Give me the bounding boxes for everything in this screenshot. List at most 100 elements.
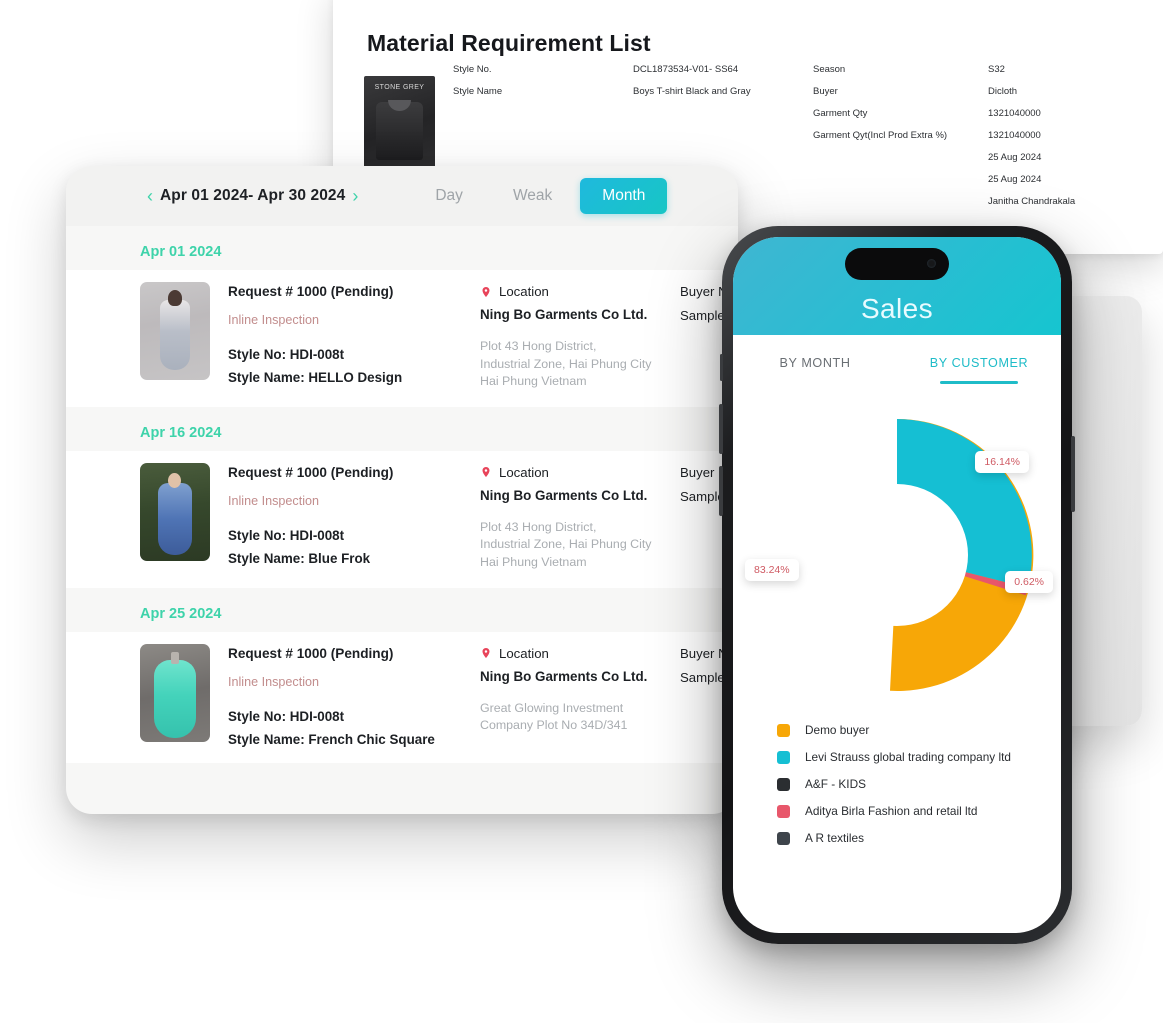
- document-field-row: Season S32: [813, 64, 1075, 75]
- style-no: Style No: HDI-008t: [228, 347, 345, 362]
- legend-label: A&F - KIDS: [805, 777, 866, 791]
- tab-by-month[interactable]: BY MONTH: [733, 356, 897, 370]
- style-thumbnail[interactable]: [140, 643, 210, 742]
- location-header: Location: [480, 465, 680, 480]
- volume-down-button[interactable]: [719, 466, 723, 516]
- document-field-row: Style No. DCL1873534-V01- SS64: [453, 64, 751, 75]
- document-field-row: Buyer Dicloth: [813, 86, 1075, 97]
- location-address: Plot 43 Hong District, Industrial Zone, …: [480, 519, 652, 570]
- document-title: Material Requirement List: [367, 30, 651, 56]
- legend-swatch: [777, 804, 790, 818]
- chevron-right-icon[interactable]: ›: [345, 187, 365, 205]
- document-field-row: Garment Qyt(Incl Prod Extra %) 132104000…: [813, 130, 1075, 141]
- field-value: 1321040000: [988, 108, 1041, 119]
- period-segmented-control[interactable]: Day Weak Month: [413, 178, 668, 214]
- inspection-toolbar: ‹ Apr 01 2024- Apr 30 2024 › Day Weak Mo…: [66, 166, 738, 226]
- legend-label: Demo buyer: [805, 723, 870, 737]
- style-thumbnail[interactable]: [140, 462, 210, 561]
- legend-item[interactable]: A R textiles: [777, 831, 1061, 845]
- location-pin-icon: [482, 467, 490, 478]
- list-item-primary-column: Request # 1000 (Pending) Inline Inspecti…: [228, 644, 480, 747]
- list-item[interactable]: Request # 1000 (Pending) Inline Inspecti…: [66, 270, 738, 407]
- phone-device-mockup: Sales BY MONTH BY CUSTOMER 83.24% 16.14%: [719, 226, 1075, 944]
- inspection-request-list[interactable]: Apr 01 2024 Request # 1000 (Pending) Inl…: [66, 226, 738, 814]
- request-number: Request # 1000 (Pending): [228, 645, 394, 661]
- date-range-label: Apr 01 2024- Apr 30 2024: [160, 187, 346, 204]
- field-key: Season: [813, 64, 846, 75]
- list-item-primary-column: Request # 1000 (Pending) Inline Inspecti…: [228, 282, 480, 385]
- slice-label-aditya-birla: 0.62%: [1005, 571, 1053, 593]
- request-number: Request # 1000 (Pending): [228, 284, 394, 299]
- legend-item[interactable]: Demo buyer: [777, 723, 1061, 737]
- field-key: Style Name: [453, 86, 503, 97]
- document-field-row: Style Name Boys T-shirt Black and Gray: [453, 86, 751, 97]
- slice-label-demo-buyer: 83.24%: [745, 559, 799, 581]
- tab-by-customer[interactable]: BY CUSTOMER: [897, 356, 1061, 370]
- date-group: Apr 01 2024 Request # 1000 (Pending) Inl…: [66, 226, 738, 407]
- legend-swatch: [777, 777, 790, 791]
- chart-legend: Demo buyer Levi Strauss global trading c…: [733, 711, 1061, 845]
- list-item-location-column: Location Ning Bo Garments Co Ltd. Plot 4…: [480, 463, 680, 572]
- field-key: Garment Qyt(Incl Prod Extra %): [813, 130, 948, 141]
- document-field-row: Janitha Chandrakala: [813, 196, 1075, 207]
- volume-up-button[interactable]: [719, 404, 723, 454]
- legend-label: Aditya Birla Fashion and retail ltd: [805, 804, 978, 818]
- style-name: Style Name: HELLO Design: [228, 370, 403, 385]
- tab-weak[interactable]: Weak: [491, 178, 574, 214]
- list-item[interactable]: Request # 1000 (Pending) Inline Inspecti…: [66, 450, 738, 588]
- field-key: Buyer: [813, 86, 838, 97]
- legend-swatch: [777, 831, 790, 845]
- location-pin-icon: [482, 286, 490, 297]
- date-group: Apr 25 2024 Request # 1000 (Pending) Inl…: [66, 588, 738, 763]
- donut-chart-svg[interactable]: [747, 405, 1047, 705]
- field-value: 1321040000: [988, 130, 1041, 141]
- location-label: Location: [499, 645, 549, 661]
- document-field-row: 25 Aug 2024: [813, 174, 1075, 185]
- field-key: Style No.: [453, 64, 492, 75]
- location-address: Great Glowing Investment Company Plot No…: [480, 700, 628, 733]
- legend-label: A R textiles: [805, 831, 865, 845]
- chevron-left-icon[interactable]: ‹: [140, 187, 160, 205]
- mute-switch[interactable]: [720, 354, 723, 381]
- garment-thumbnail: STONE GREY: [364, 76, 435, 169]
- date-range-navigator[interactable]: ‹ Apr 01 2024- Apr 30 2024 ›: [140, 187, 365, 205]
- list-item[interactable]: Request # 1000 (Pending) Inline Inspecti…: [66, 631, 738, 763]
- donut-hole: [826, 484, 968, 626]
- legend-item[interactable]: A&F - KIDS: [777, 777, 1061, 791]
- location-name: Ning Bo Garments Co Ltd.: [480, 487, 648, 503]
- field-value: Dicloth: [988, 86, 1018, 97]
- field-value: 25 Aug 2024: [988, 152, 1042, 163]
- field-key: [813, 174, 988, 185]
- slice-label-levi-strauss: 16.14%: [975, 451, 1029, 473]
- sales-donut-chart[interactable]: 83.24% 16.14% 0.62%: [733, 391, 1061, 711]
- field-value: Boys T-shirt Black and Gray: [633, 86, 751, 97]
- document-field-row: Garment Qty 1321040000: [813, 108, 1075, 119]
- style-name: Style Name: Blue Frok: [228, 550, 371, 566]
- location-address: Plot 43 Hong District, Industrial Zone, …: [480, 339, 652, 389]
- tab-month[interactable]: Month: [580, 178, 668, 214]
- field-value: 25 Aug 2024: [988, 174, 1042, 185]
- page-title: Sales: [860, 293, 934, 324]
- legend-swatch: [777, 723, 790, 737]
- list-item-location-column: Location Ning Bo Garments Co Ltd. Great …: [480, 644, 680, 735]
- sales-tab-bar[interactable]: BY MONTH BY CUSTOMER: [733, 335, 1061, 391]
- group-date-heading: Apr 25 2024: [140, 605, 222, 622]
- style-thumbnail[interactable]: [140, 282, 210, 380]
- legend-item[interactable]: Aditya Birla Fashion and retail ltd: [777, 804, 1061, 818]
- location-name: Ning Bo Garments Co Ltd.: [480, 668, 648, 684]
- list-item-primary-column: Request # 1000 (Pending) Inline Inspecti…: [228, 463, 480, 566]
- group-date-heading: Apr 16 2024: [140, 424, 222, 441]
- power-button[interactable]: [1071, 436, 1075, 512]
- document-field-row: 25 Aug 2024: [813, 152, 1075, 163]
- request-number: Request # 1000 (Pending): [228, 464, 394, 480]
- document-right-fields: Season S32 Buyer Dicloth Garment Qty 132…: [813, 64, 1075, 218]
- location-header: Location: [480, 284, 680, 299]
- sales-app-header: Sales: [733, 237, 1061, 335]
- location-label: Location: [499, 464, 549, 480]
- legend-swatch: [777, 750, 790, 764]
- date-group: Apr 16 2024 Request # 1000 (Pending) Inl…: [66, 407, 738, 588]
- legend-item[interactable]: Levi Strauss global trading company ltd: [777, 750, 1061, 764]
- location-header: Location: [480, 646, 680, 661]
- inspection-type: Inline Inspection: [228, 313, 320, 327]
- tab-day[interactable]: Day: [413, 178, 485, 214]
